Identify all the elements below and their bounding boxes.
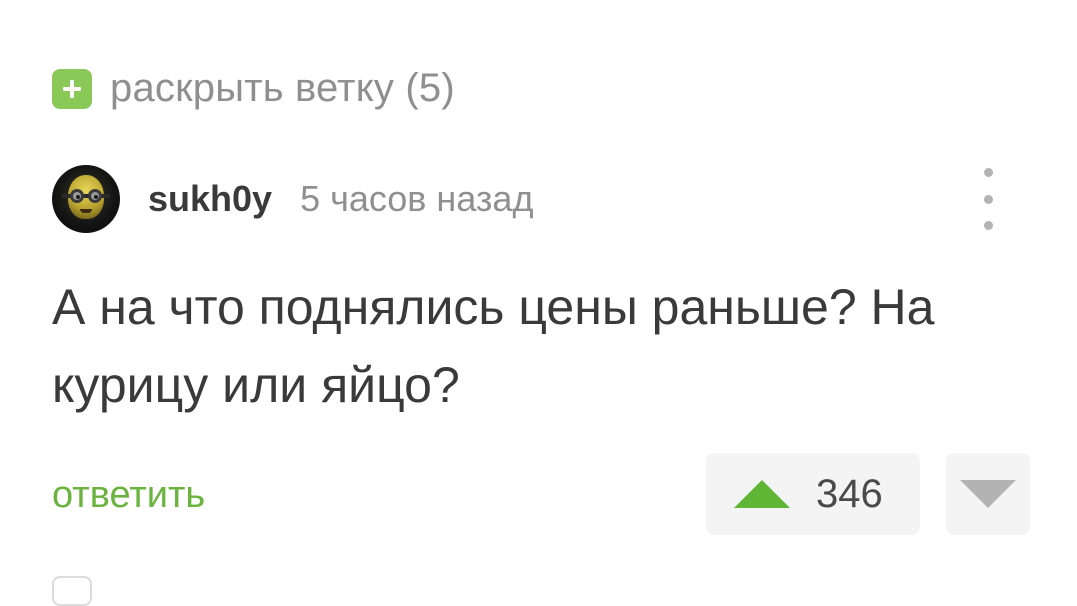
reply-button[interactable]: ответить	[52, 474, 205, 517]
comment-rating: 346	[816, 471, 883, 516]
avatar[interactable]	[52, 165, 120, 233]
more-vertical-icon[interactable]	[974, 168, 1002, 230]
menu-dot	[983, 221, 993, 230]
triangle-up-icon	[734, 480, 790, 508]
downvote-button[interactable]	[946, 453, 1030, 535]
next-expand-button[interactable]	[52, 576, 92, 606]
avatar-goggle-left	[70, 189, 84, 203]
expand-thread-button[interactable]: раскрыть ветку (5)	[52, 66, 455, 111]
comment-header: sukh0y 5 часов назад	[52, 164, 1012, 234]
triangle-down-icon	[960, 480, 1016, 508]
avatar-goggle-right	[88, 189, 102, 203]
upvote-button[interactable]: 346	[706, 453, 920, 535]
plus-square-icon	[52, 68, 92, 109]
comment-author[interactable]: sukh0y	[148, 178, 272, 220]
comment-time: 5 часов назад	[300, 178, 534, 219]
menu-dot	[983, 168, 993, 177]
menu-dot	[983, 194, 993, 204]
expand-thread-label: раскрыть ветку (5)	[110, 66, 455, 110]
comment-text: А на что поднялись цены раньше? На куриц…	[52, 279, 935, 413]
